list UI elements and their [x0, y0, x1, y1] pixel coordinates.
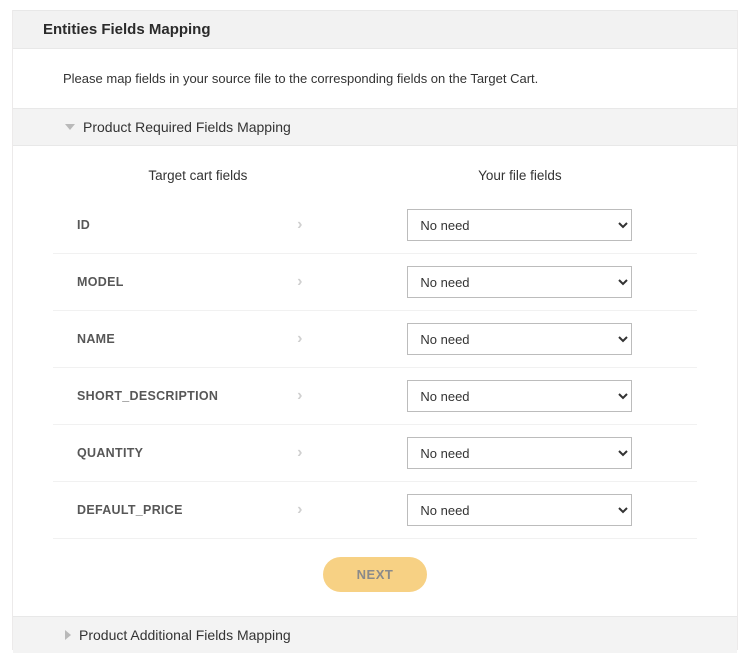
map-label: NAME ›: [53, 330, 343, 348]
map-row-short-description: SHORT_DESCRIPTION › No need: [53, 368, 697, 425]
map-select-wrap: No need: [343, 437, 697, 469]
map-select-wrap: No need: [343, 494, 697, 526]
map-row-default-price: DEFAULT_PRICE › No need: [53, 482, 697, 539]
field-label: ID: [77, 218, 90, 232]
chevron-right-icon: ›: [297, 444, 303, 462]
field-select-model[interactable]: No need: [407, 266, 632, 298]
field-select-name[interactable]: No need: [407, 323, 632, 355]
mapping-wrapper: Entities Fields Mapping Please map field…: [12, 10, 738, 650]
next-button-wrap: NEXT: [53, 539, 697, 616]
chevron-right-icon: ›: [297, 501, 303, 519]
chevron-right-icon: ›: [297, 273, 303, 291]
chevron-right-icon: ›: [297, 216, 303, 234]
field-select-short-description[interactable]: No need: [407, 380, 632, 412]
map-select-wrap: No need: [343, 209, 697, 241]
chevron-down-icon: [65, 124, 75, 130]
map-select-wrap: No need: [343, 323, 697, 355]
next-button[interactable]: NEXT: [323, 557, 428, 592]
map-label: ID ›: [53, 216, 343, 234]
mapping-table: Target cart fields Your file fields ID ›…: [13, 146, 737, 616]
map-label: DEFAULT_PRICE ›: [53, 501, 343, 519]
section-title: Entities Fields Mapping: [43, 21, 719, 38]
header-target-fields: Target cart fields: [53, 168, 343, 183]
panel-required-title: Product Required Fields Mapping: [83, 119, 291, 135]
field-label: DEFAULT_PRICE: [77, 503, 183, 517]
chevron-right-icon: ›: [297, 330, 303, 348]
map-label: MODEL ›: [53, 273, 343, 291]
map-select-wrap: No need: [343, 380, 697, 412]
chevron-right-icon: ›: [297, 387, 303, 405]
map-row-name: NAME › No need: [53, 311, 697, 368]
chevron-right-icon: [65, 630, 71, 640]
panel-additional-header[interactable]: Product Additional Fields Mapping: [13, 616, 737, 653]
panel-required-header[interactable]: Product Required Fields Mapping: [13, 108, 737, 146]
field-label: NAME: [77, 332, 115, 346]
panel-additional-title: Product Additional Fields Mapping: [79, 627, 291, 643]
map-row-id: ID › No need: [53, 197, 697, 254]
section-instructions: Please map fields in your source file to…: [13, 49, 737, 108]
map-row-quantity: QUANTITY › No need: [53, 425, 697, 482]
field-select-default-price[interactable]: No need: [407, 494, 632, 526]
field-select-quantity[interactable]: No need: [407, 437, 632, 469]
map-row-model: MODEL › No need: [53, 254, 697, 311]
field-label: MODEL: [77, 275, 124, 289]
field-label: QUANTITY: [77, 446, 143, 460]
map-select-wrap: No need: [343, 266, 697, 298]
field-label: SHORT_DESCRIPTION: [77, 389, 218, 403]
map-label: SHORT_DESCRIPTION ›: [53, 387, 343, 405]
section-header: Entities Fields Mapping: [13, 10, 737, 49]
header-file-fields: Your file fields: [343, 168, 697, 183]
mapping-header-row: Target cart fields Your file fields: [53, 160, 697, 197]
field-select-id[interactable]: No need: [407, 209, 632, 241]
map-label: QUANTITY ›: [53, 444, 343, 462]
